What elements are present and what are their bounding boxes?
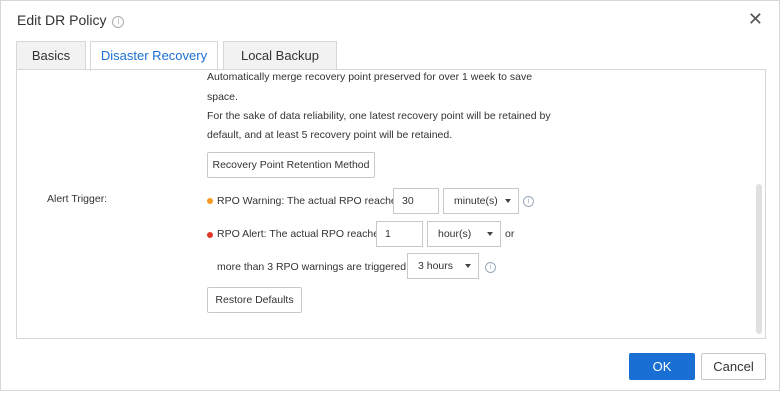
chevron-down-icon bbox=[465, 264, 471, 268]
chevron-down-icon bbox=[505, 199, 511, 203]
rpo-warning-unit-value: minute(s) bbox=[454, 195, 498, 207]
more-warnings-period-value: 3 hours bbox=[418, 260, 454, 272]
alert-dot-icon bbox=[207, 232, 213, 238]
warning-dot-icon bbox=[207, 198, 213, 204]
more-warnings-text: more than 3 RPO warnings are triggered i… bbox=[217, 261, 418, 273]
or-text: or bbox=[505, 228, 515, 240]
rpo-alert-unit-select[interactable]: hour(s) bbox=[427, 221, 501, 247]
alert-trigger-label: Alert Trigger: bbox=[47, 193, 108, 205]
rpo-alert-text: RPO Alert: The actual RPO reaches bbox=[217, 228, 385, 240]
edit-dr-policy-dialog: Edit DR Policy i ✕ Basics Disaster Recove… bbox=[0, 0, 780, 391]
tab-disaster-recovery[interactable]: Disaster Recovery bbox=[90, 41, 218, 71]
rpo-alert-unit-value: hour(s) bbox=[438, 228, 472, 240]
rpo-warning-text: RPO Warning: The actual RPO reaches bbox=[217, 195, 402, 207]
tab-basics[interactable]: Basics bbox=[16, 41, 86, 69]
retention-text-line-1: Automatically merge recovery point prese… bbox=[207, 71, 533, 83]
more-warnings-info-icon[interactable]: i bbox=[485, 262, 496, 273]
rpo-alert-value-input[interactable]: 1 bbox=[376, 221, 423, 247]
info-icon[interactable]: i bbox=[112, 16, 125, 28]
ok-button[interactable]: OK bbox=[629, 353, 695, 380]
recovery-point-retention-method-button[interactable]: Recovery Point Retention Method bbox=[207, 152, 375, 178]
chevron-down-icon bbox=[487, 232, 493, 236]
retention-text-line-4: default, and at least 5 recovery point w… bbox=[207, 129, 453, 141]
tab-local-backup[interactable]: Local Backup bbox=[223, 41, 337, 69]
rpo-warning-unit-select[interactable]: minute(s) bbox=[443, 188, 519, 214]
scrollbar[interactable] bbox=[756, 184, 762, 334]
dialog-title-text: Edit DR Policy bbox=[17, 12, 107, 28]
disaster-recovery-panel: Automatically merge recovery point prese… bbox=[16, 69, 766, 339]
retention-text-line-2: space. bbox=[207, 91, 238, 103]
restore-defaults-button[interactable]: Restore Defaults bbox=[207, 287, 302, 313]
close-icon[interactable]: ✕ bbox=[748, 11, 763, 29]
dialog-title: Edit DR Policy i bbox=[17, 12, 125, 28]
retention-text-line-3: For the sake of data reliability, one la… bbox=[207, 110, 551, 122]
warning-info-icon[interactable]: i bbox=[523, 196, 534, 207]
rpo-warning-value-input[interactable]: 30 bbox=[393, 188, 439, 214]
more-warnings-period-select[interactable]: 3 hours bbox=[407, 253, 479, 279]
dialog-header: Edit DR Policy i ✕ bbox=[1, 1, 779, 41]
cancel-button[interactable]: Cancel bbox=[701, 353, 766, 380]
